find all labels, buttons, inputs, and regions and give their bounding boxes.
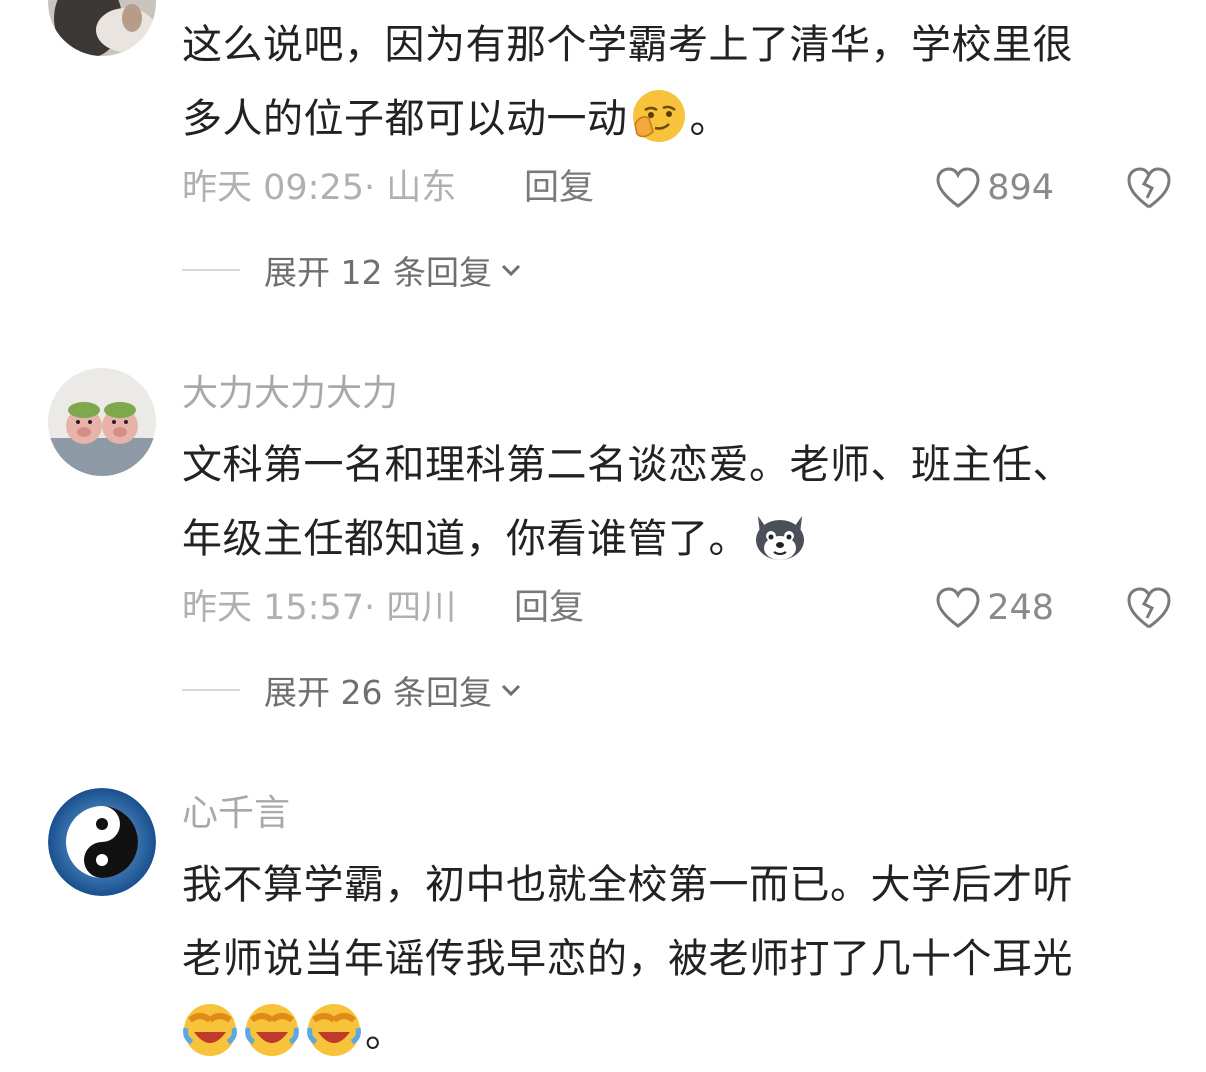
husky-dog-emoji-icon	[756, 516, 804, 560]
time-location: 昨天 09:25· 山东	[182, 168, 457, 208]
reply-button[interactable]: 回复	[524, 163, 594, 213]
comment-line: 多人的位子都可以动一动 。	[182, 82, 1172, 156]
crying-laughing-emoji-icon	[307, 1004, 361, 1056]
comment-text: 我不算学霸，初中也就全校第一而已。大学后才听 老师说当年谣传我早恋的，被老师打了…	[182, 848, 1172, 1070]
like-button[interactable]: 248	[935, 583, 1054, 633]
thinking-smirk-emoji-icon	[632, 90, 685, 142]
expand-replies-button[interactable]: 展开 12 条回复	[182, 248, 522, 292]
comment-text: 这么说吧，因为有那个学霸考上了清华，学校里很 多人的位子都可以动一动 。	[182, 8, 1172, 156]
expand-label: 展开 12 条回复	[264, 253, 492, 292]
crying-laughing-emoji-icon	[245, 1004, 299, 1056]
like-count: 248	[987, 588, 1054, 628]
broken-heart-icon[interactable]	[1126, 166, 1172, 210]
like-count: 894	[987, 168, 1054, 208]
comment-line-text: 年级主任都知道，你看谁管了。	[182, 516, 749, 562]
heart-icon	[936, 167, 980, 208]
chevron-down-icon	[501, 264, 521, 277]
comment-meta: 昨天 15:57· 四川 回复 248	[182, 583, 1172, 633]
comment-line-tail: 。	[689, 96, 730, 142]
expand-label: 展开 26 条回复	[264, 673, 492, 712]
avatar[interactable]	[48, 368, 156, 476]
chevron-down-icon	[501, 684, 521, 697]
comment-line: 我不算学霸，初中也就全校第一而已。大学后才听	[182, 862, 1073, 908]
comment-line: 年级主任都知道，你看谁管了。	[182, 502, 1172, 576]
avatar[interactable]	[48, 788, 156, 896]
username[interactable]: 心千言	[182, 792, 290, 836]
crying-laughing-emoji-icon	[183, 1004, 237, 1056]
broken-heart-icon[interactable]	[1126, 586, 1172, 630]
comment-text: 文科第一名和理科第二名谈恋爱。老师、班主任、 年级主任都知道，你看谁管了。	[182, 428, 1172, 576]
comment-line: 文科第一名和理科第二名谈恋爱。老师、班主任、	[182, 442, 1073, 488]
comment-line-tail: 。	[365, 1010, 406, 1056]
divider	[182, 269, 240, 271]
comment-line: 老师说当年谣传我早恋的，被老师打了几十个耳光	[182, 936, 1073, 982]
expand-replies-button[interactable]: 展开 26 条回复	[182, 668, 522, 712]
username[interactable]: 大力大力大力	[182, 372, 398, 416]
time-location: 昨天 15:57· 四川	[182, 588, 457, 628]
comment-line-text: 多人的位子都可以动一动	[182, 96, 628, 142]
avatar[interactable]	[48, 0, 156, 56]
comment-meta: 昨天 09:25· 山东 回复 894	[182, 163, 1172, 213]
comment-line: 这么说吧，因为有那个学霸考上了清华，学校里很	[182, 22, 1073, 68]
divider	[182, 689, 240, 691]
like-button[interactable]: 894	[935, 163, 1054, 213]
heart-icon	[936, 587, 980, 628]
comment-line: 。	[182, 996, 1172, 1070]
reply-button[interactable]: 回复	[514, 583, 584, 633]
